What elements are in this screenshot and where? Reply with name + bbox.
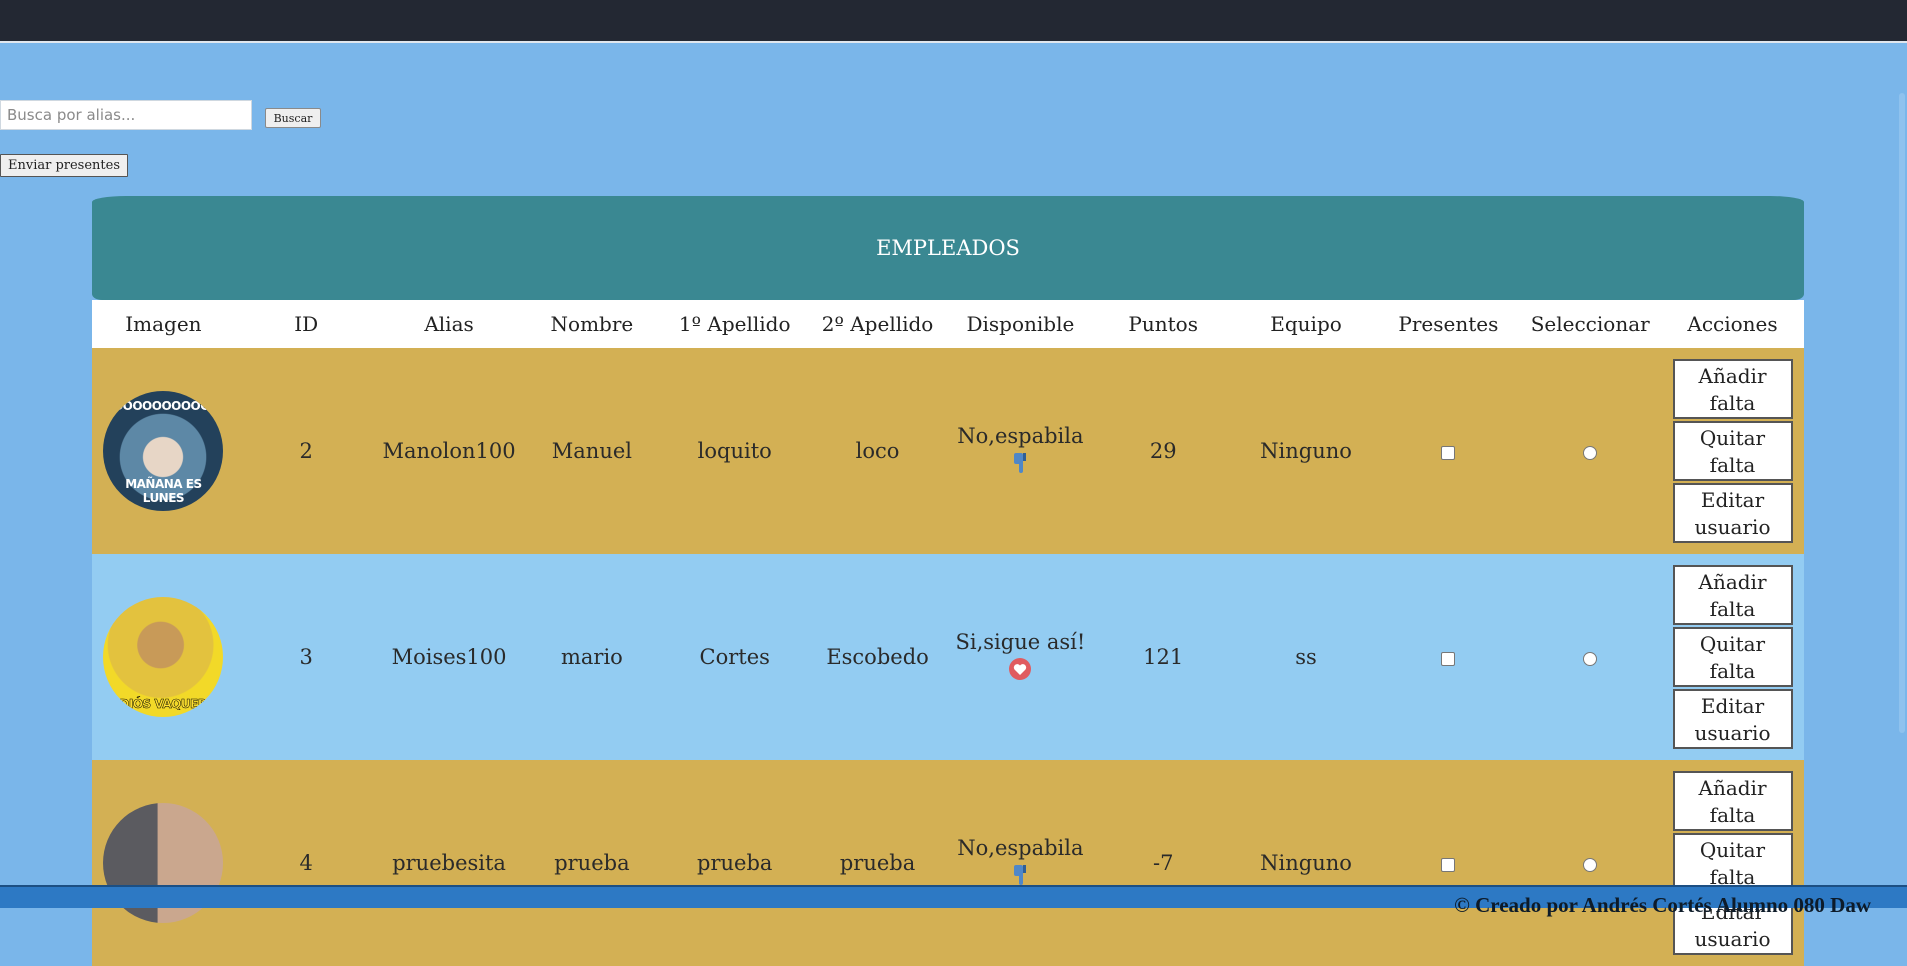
avatar: ADIÓS VAQUERO — [103, 597, 224, 717]
employees-table: EMPLEADOS Imagen ID Alias Nombre 1º Apel… — [92, 196, 1804, 966]
cell-alias: pruebesita — [392, 851, 506, 875]
header-equipo: Equipo — [1270, 312, 1342, 336]
cell-equipo: Ninguno — [1260, 851, 1352, 875]
cell-disponible: No,espabila — [949, 423, 1092, 480]
cell-disponible: No,espabila — [949, 835, 1092, 892]
cell-apellido2: prueba — [839, 851, 916, 875]
cell-puntos: 29 — [1149, 439, 1177, 463]
cell-disponible: Si,sigue así! — [949, 629, 1092, 686]
cell-equipo: Ninguno — [1260, 439, 1352, 463]
presente-checkbox[interactable] — [1441, 651, 1456, 666]
disponible-text: Si,sigue así! — [955, 629, 1086, 654]
remove-absence-button[interactable]: Quitar falta — [1672, 627, 1793, 687]
header-puntos: Puntos — [1128, 312, 1198, 336]
cell-id: 4 — [299, 851, 313, 875]
footer: © Creado por Andrés Cortés Alumno 080 Da… — [0, 885, 1907, 917]
cell-apellido2: Escobedo — [826, 645, 929, 669]
page-scrollbar[interactable] — [1895, 43, 1907, 885]
header-acciones: Acciones — [1687, 312, 1778, 336]
header-nombre: Nombre — [550, 312, 634, 336]
thumbs-down-icon — [1011, 451, 1029, 480]
header-id: ID — [294, 312, 319, 336]
cell-apellido1: Cortes — [699, 645, 770, 669]
cell-equipo: ss — [1295, 645, 1317, 669]
avatar-caption-bottom: MAÑANA ES LUNES — [125, 477, 202, 505]
cell-id: 3 — [299, 645, 313, 669]
table-title-text: EMPLEADOS — [876, 236, 1020, 260]
cell-puntos: -7 — [1152, 851, 1174, 875]
add-absence-button[interactable]: Añadir falta — [1672, 359, 1793, 419]
cell-puntos: 121 — [1143, 645, 1184, 669]
select-radio[interactable] — [1583, 857, 1598, 872]
add-absence-button[interactable]: Añadir falta — [1672, 771, 1793, 831]
search-button[interactable]: Buscar — [265, 108, 321, 128]
avatar: NOOOOOOOOOOOO MAÑANA ES LUNES — [103, 391, 224, 511]
header-apellido1: 1º Apellido — [678, 312, 791, 336]
header-seleccionar: Seleccionar — [1530, 312, 1650, 336]
avatar-caption-top: NOOOOOOOOOOOO — [103, 399, 224, 413]
remove-absence-button[interactable]: Quitar falta — [1672, 421, 1793, 481]
disponible-text: No,espabila — [957, 423, 1084, 448]
cell-apellido1: loquito — [697, 439, 772, 463]
send-presents-button[interactable]: Enviar presentes — [0, 154, 128, 177]
top-navbar — [0, 0, 1907, 41]
scrollbar-thumb[interactable] — [1899, 93, 1905, 733]
presente-checkbox[interactable] — [1441, 857, 1456, 872]
cell-nombre: Manuel — [551, 439, 632, 463]
header-presentes: Presentes — [1398, 312, 1499, 336]
cell-alias: Moises100 — [391, 645, 507, 669]
table-title: EMPLEADOS — [92, 196, 1804, 300]
header-apellido2: 2º Apellido — [821, 312, 934, 336]
select-radio[interactable] — [1583, 445, 1598, 460]
avatar-caption-bottom: ADIÓS VAQUERO — [110, 697, 217, 712]
cell-apellido2: loco — [855, 439, 900, 463]
row-actions: Añadir falta Quitar falta Editar usuario — [1661, 358, 1804, 544]
table-row: NOOOOOOOOOOOO MAÑANA ES LUNES 2 Manolon1… — [92, 348, 1804, 554]
disponible-text: No,espabila — [957, 835, 1084, 860]
presente-checkbox[interactable] — [1441, 445, 1456, 460]
cell-apellido1: prueba — [697, 851, 773, 875]
heart-icon — [1008, 657, 1032, 686]
table-header-row: Imagen ID Alias Nombre 1º Apellido 2º Ap… — [92, 300, 1804, 348]
row-actions: Añadir falta Quitar falta Editar usuario — [1661, 770, 1804, 956]
table-row: 4 pruebesita prueba prueba prueba No,esp… — [92, 760, 1804, 966]
header-alias: Alias — [424, 312, 474, 336]
header-imagen: Imagen — [125, 312, 202, 336]
cell-alias: Manolon100 — [382, 439, 516, 463]
cell-nombre: mario — [560, 645, 623, 669]
search-input[interactable] — [0, 100, 252, 130]
edit-user-button[interactable]: Editar usuario — [1672, 689, 1793, 749]
edit-user-button[interactable]: Editar usuario — [1672, 483, 1793, 543]
cell-nombre: prueba — [554, 851, 630, 875]
navbar-divider — [0, 41, 1907, 43]
add-absence-button[interactable]: Añadir falta — [1672, 565, 1793, 625]
remove-absence-button[interactable]: Quitar falta — [1672, 833, 1793, 893]
table-row: ADIÓS VAQUERO 3 Moises100 mario Cortes E… — [92, 554, 1804, 760]
cell-id: 2 — [299, 439, 313, 463]
header-disponible: Disponible — [966, 312, 1075, 336]
row-actions: Añadir falta Quitar falta Editar usuario — [1661, 564, 1804, 750]
select-radio[interactable] — [1583, 651, 1598, 666]
